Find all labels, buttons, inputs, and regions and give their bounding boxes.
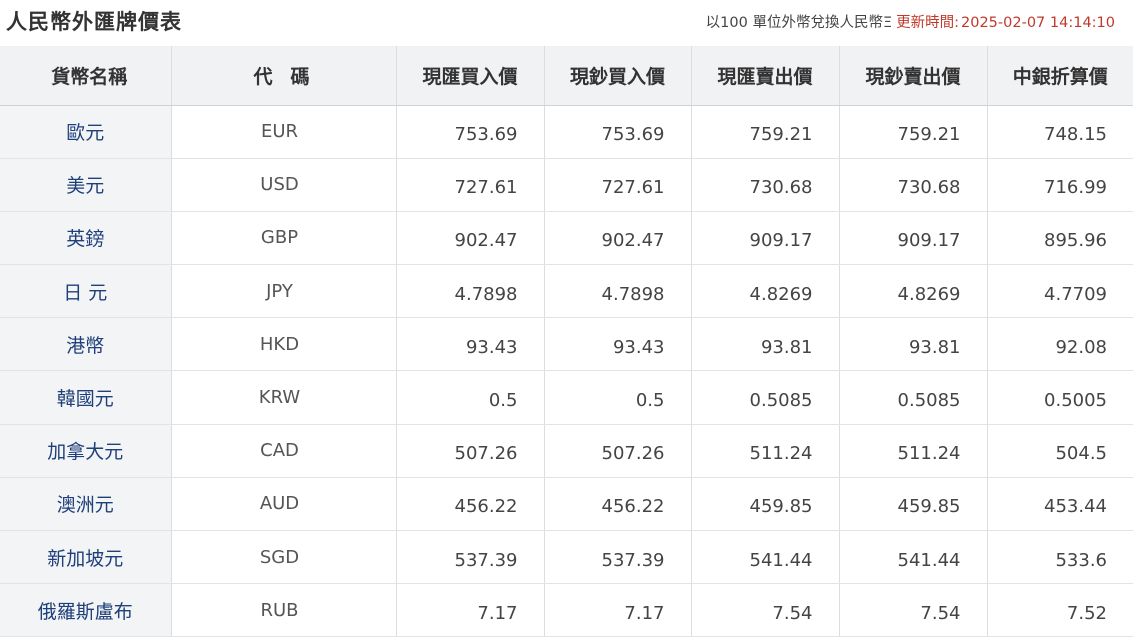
cash-sell-rate: 909.17 [839, 211, 988, 266]
boc-rate: 453.44 [987, 477, 1133, 532]
table-row: 英鎊 GBP 902.47 902.47 909.17 909.17 895.9… [0, 211, 1133, 266]
spot-sell-rate: 730.68 [691, 158, 840, 212]
currency-name: 日 元 [0, 264, 172, 319]
currency-name: 港幣 [0, 317, 172, 372]
spot-buy-rate: 4.7898 [396, 264, 545, 319]
spot-buy-rate: 753.69 [396, 105, 545, 159]
column-header-code: 代碼 [171, 46, 397, 106]
cash-sell-rate: 541.44 [839, 530, 988, 585]
spot-buy-rate: 93.43 [396, 317, 545, 372]
column-header-name: 貨幣名稱 [0, 46, 172, 106]
currency-code: JPY [171, 264, 397, 319]
spot-sell-rate: 541.44 [691, 530, 840, 585]
table-row: 澳洲元 AUD 456.22 456.22 459.85 459.85 453.… [0, 477, 1133, 532]
exchange-rate-table: 貨幣名稱 代碼 現匯買入價 現鈔買入價 現匯賣出價 現鈔賣出價 中銀折算價 歐元… [0, 46, 1133, 638]
cash-sell-rate: 511.24 [839, 424, 988, 478]
currency-code: AUD [171, 477, 397, 532]
spot-sell-rate: 511.24 [691, 424, 840, 478]
cash-sell-rate: 0.5085 [839, 370, 988, 425]
currency-name: 英鎊 [0, 211, 172, 266]
column-header-cash-sell: 現鈔賣出價 [839, 46, 988, 106]
cash-sell-rate: 93.81 [839, 317, 988, 372]
spot-sell-rate: 7.54 [691, 583, 840, 638]
currency-name: 加拿大元 [0, 424, 172, 478]
table-row: 韓國元 KRW 0.5 0.5 0.5085 0.5085 0.5005 [0, 370, 1133, 425]
cash-buy-rate: 727.61 [544, 158, 692, 212]
spot-buy-rate: 727.61 [396, 158, 545, 212]
currency-code: RUB [171, 583, 397, 638]
spot-sell-rate: 0.5085 [691, 370, 840, 425]
table-row: 俄羅斯盧布 RUB 7.17 7.17 7.54 7.54 7.52 [0, 583, 1133, 638]
cash-sell-rate: 759.21 [839, 105, 988, 159]
cash-sell-rate: 4.8269 [839, 264, 988, 319]
spot-sell-rate: 4.8269 [691, 264, 840, 319]
currency-name: 歐元 [0, 105, 172, 159]
spot-buy-rate: 537.39 [396, 530, 545, 585]
spot-buy-rate: 0.5 [396, 370, 545, 425]
cash-buy-rate: 902.47 [544, 211, 692, 266]
table-row: 美元 USD 727.61 727.61 730.68 730.68 716.9… [0, 158, 1133, 212]
currency-name: 美元 [0, 158, 172, 212]
page-title: 人民幣外匯牌價表 [6, 10, 182, 34]
table-row: 歐元 EUR 753.69 753.69 759.21 759.21 748.1… [0, 105, 1133, 159]
cash-buy-rate: 93.43 [544, 317, 692, 372]
cash-buy-rate: 507.26 [544, 424, 692, 478]
boc-rate: 533.6 [987, 530, 1133, 585]
boc-rate: 4.7709 [987, 264, 1133, 319]
table-row: 新加坡元 SGD 537.39 537.39 541.44 541.44 533… [0, 530, 1133, 585]
cash-sell-rate: 7.54 [839, 583, 988, 638]
currency-code: USD [171, 158, 397, 212]
cash-buy-rate: 7.17 [544, 583, 692, 638]
spot-buy-rate: 456.22 [396, 477, 545, 532]
boc-rate: 0.5005 [987, 370, 1133, 425]
table-row: 日 元 JPY 4.7898 4.7898 4.8269 4.8269 4.77… [0, 264, 1133, 319]
update-time: 2025-02-07 14:14:10 [961, 15, 1115, 31]
cash-buy-rate: 4.7898 [544, 264, 692, 319]
page-header: 人民幣外匯牌價表 以100 單位外幣兌換人民幣Ξ 更新時間: 2025-02-07 … [0, 0, 1133, 46]
cash-sell-rate: 730.68 [839, 158, 988, 212]
cash-buy-rate: 0.5 [544, 370, 692, 425]
currency-name: 俄羅斯盧布 [0, 583, 172, 638]
cash-buy-rate: 753.69 [544, 105, 692, 159]
spot-sell-rate: 459.85 [691, 477, 840, 532]
spot-sell-rate: 909.17 [691, 211, 840, 266]
currency-name: 韓國元 [0, 370, 172, 425]
currency-code: CAD [171, 424, 397, 478]
currency-code: SGD [171, 530, 397, 585]
boc-rate: 504.5 [987, 424, 1133, 478]
currency-code: HKD [171, 317, 397, 372]
currency-code: GBP [171, 211, 397, 266]
table-header-row: 貨幣名稱 代碼 現匯買入價 現鈔買入價 現匯賣出價 現鈔賣出價 中銀折算價 [0, 46, 1133, 106]
column-header-cash-buy: 現鈔買入價 [544, 46, 692, 106]
boc-rate: 748.15 [987, 105, 1133, 159]
spot-buy-rate: 7.17 [396, 583, 545, 638]
cash-buy-rate: 537.39 [544, 530, 692, 585]
table-row: 港幣 HKD 93.43 93.43 93.81 93.81 92.08 [0, 317, 1133, 372]
update-info: 以100 單位外幣兌換人民幣Ξ 更新時間: 2025-02-07 14:14:10 [706, 11, 1115, 32]
column-header-spot-buy: 現匯買入價 [396, 46, 545, 106]
currency-name: 新加坡元 [0, 530, 172, 585]
boc-rate: 895.96 [987, 211, 1133, 266]
spot-buy-rate: 507.26 [396, 424, 545, 478]
update-label: 更新時間: [896, 15, 959, 31]
boc-rate: 716.99 [987, 158, 1133, 212]
table-row: 加拿大元 CAD 507.26 507.26 511.24 511.24 504… [0, 424, 1133, 478]
spot-sell-rate: 93.81 [691, 317, 840, 372]
currency-name: 澳洲元 [0, 477, 172, 532]
spot-buy-rate: 902.47 [396, 211, 545, 266]
column-header-spot-sell: 現匯賣出價 [691, 46, 840, 106]
boc-rate: 7.52 [987, 583, 1133, 638]
currency-code: EUR [171, 105, 397, 159]
cash-sell-rate: 459.85 [839, 477, 988, 532]
column-header-boc-rate: 中銀折算價 [987, 46, 1133, 106]
currency-code: KRW [171, 370, 397, 425]
boc-rate: 92.08 [987, 317, 1133, 372]
cash-buy-rate: 456.22 [544, 477, 692, 532]
spot-sell-rate: 759.21 [691, 105, 840, 159]
unit-note: 以100 單位外幣兌換人民幣Ξ [705, 15, 893, 31]
